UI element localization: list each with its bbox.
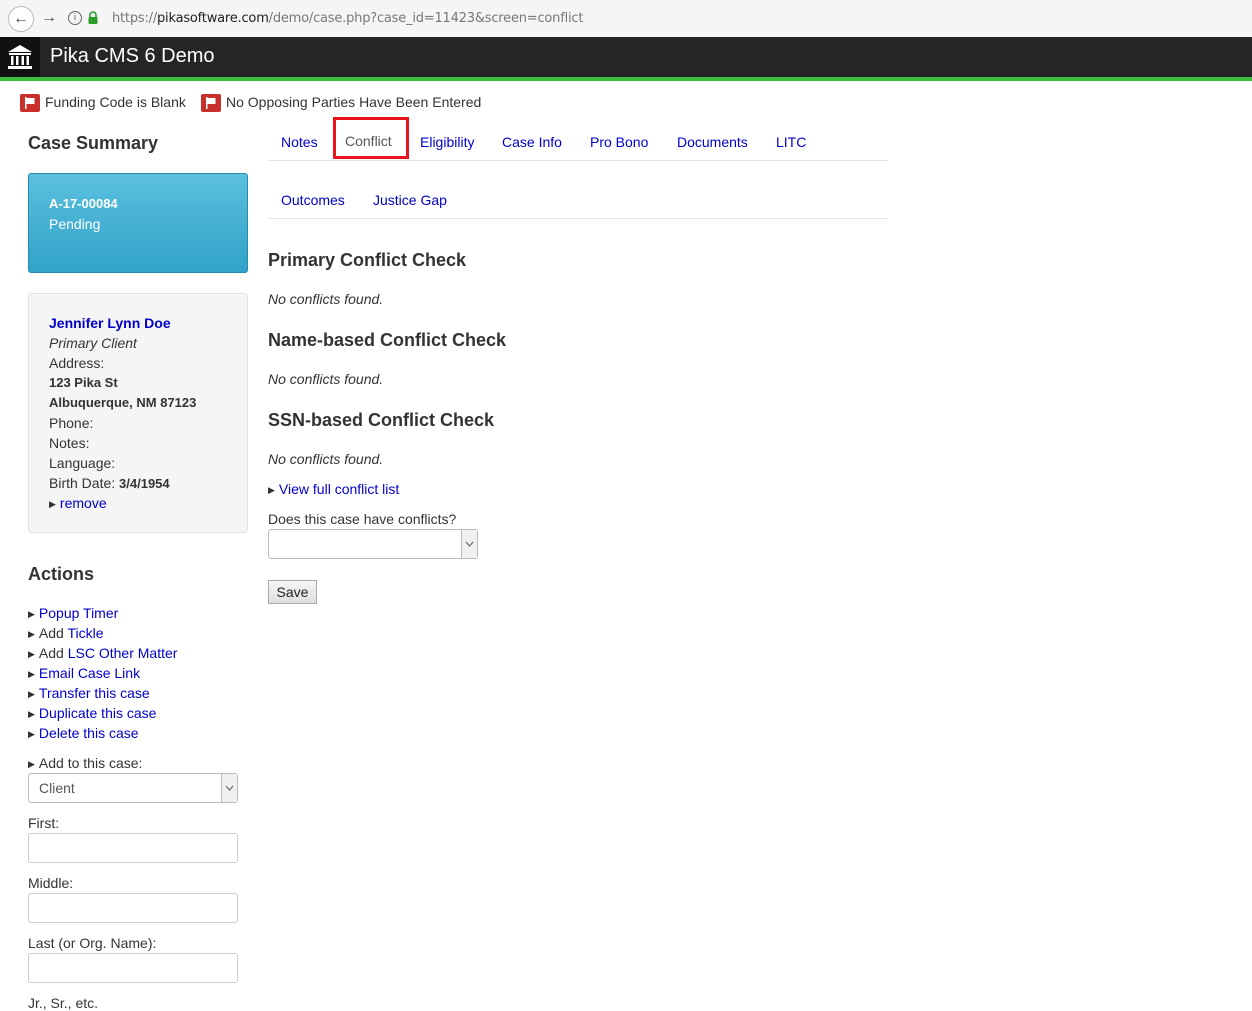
language-label: Language: bbox=[49, 455, 116, 471]
address-bar[interactable]: https://pikasoftware.com/demo/case.php?c… bbox=[112, 11, 583, 26]
birth-date-label: Birth Date: bbox=[49, 475, 116, 491]
flag-icon bbox=[20, 94, 40, 113]
url-domain: pikasoftware.com bbox=[157, 11, 269, 26]
name-conflict-result: No conflicts found. bbox=[268, 371, 384, 387]
triangle-bullet-icon: ▶ bbox=[28, 669, 35, 679]
tab-outcomes[interactable]: Outcomes bbox=[281, 192, 345, 208]
tab-conflict-label: Conflict bbox=[345, 133, 392, 149]
courthouse-logo-icon[interactable] bbox=[0, 37, 40, 77]
triangle-bullet-icon: ▶ bbox=[28, 709, 35, 719]
app-title[interactable]: Pika CMS 6 Demo bbox=[50, 45, 215, 68]
last-name-input[interactable] bbox=[28, 953, 238, 983]
primary-conflict-heading: Primary Conflict Check bbox=[268, 250, 467, 270]
url-prefix: https:// bbox=[112, 11, 157, 26]
remove-link[interactable]: remove bbox=[60, 495, 107, 511]
add-to-case-label: ▶ Add to this case: bbox=[28, 755, 142, 771]
address-city: Albuquerque, NM 87123 bbox=[49, 395, 197, 410]
transfer-case-link[interactable]: Transfer this case bbox=[39, 685, 150, 701]
delete-case-link[interactable]: Delete this case bbox=[39, 725, 139, 741]
triangle-bullet-icon: ▶ bbox=[28, 629, 35, 639]
tab-eligibility[interactable]: Eligibility bbox=[420, 134, 474, 150]
chevron-down-icon[interactable] bbox=[461, 530, 477, 558]
add-to-case-value: Client bbox=[39, 780, 75, 796]
alert-text: Funding Code is Blank bbox=[45, 94, 186, 110]
phone-label: Phone: bbox=[49, 415, 94, 431]
conflict-question-label: Does this case have conflicts? bbox=[268, 511, 457, 527]
triangle-bullet-icon: ▶ bbox=[268, 485, 275, 495]
action-add-lsc-other-matter: ▶ Add LSC Other Matter bbox=[28, 645, 177, 661]
popup-timer-link[interactable]: Popup Timer bbox=[39, 605, 118, 621]
forward-arrow-icon[interactable]: → bbox=[36, 6, 62, 32]
name-conflict-heading: Name-based Conflict Check bbox=[268, 330, 507, 350]
tab-divider bbox=[268, 218, 888, 219]
case-number: A-17-00084 bbox=[49, 196, 118, 211]
add-to-case-text: Add to this case: bbox=[38, 755, 143, 771]
info-icon[interactable]: i bbox=[68, 11, 82, 25]
alert-funding-code: Funding Code is Blank bbox=[20, 94, 186, 113]
actions-heading: Actions bbox=[28, 564, 95, 584]
tab-case-info[interactable]: Case Info bbox=[502, 134, 562, 150]
case-status-panel: A-17-00084 Pending bbox=[28, 173, 248, 273]
birth-date-value: 3/4/1954 bbox=[119, 476, 170, 491]
remove-client: ▶ remove bbox=[49, 495, 107, 511]
browser-toolbar: ← → i https://pikasoftware.com/demo/case… bbox=[0, 0, 1252, 38]
alert-opposing-parties: No Opposing Parties Have Been Entered bbox=[201, 94, 482, 113]
conflicts-select[interactable] bbox=[268, 529, 478, 559]
action-duplicate-case: ▶ Duplicate this case bbox=[28, 705, 156, 721]
action-prefix: Add bbox=[38, 625, 68, 641]
chevron-down-icon[interactable] bbox=[221, 774, 237, 802]
action-add-tickle: ▶ Add Tickle bbox=[28, 625, 104, 641]
ssn-conflict-result: No conflicts found. bbox=[268, 451, 384, 467]
back-arrow-icon[interactable]: ← bbox=[8, 6, 34, 32]
save-button[interactable]: Save bbox=[268, 580, 317, 604]
action-email-case-link: ▶ Email Case Link bbox=[28, 665, 140, 681]
triangle-bullet-icon: ▶ bbox=[28, 609, 35, 619]
lsc-other-matter-link[interactable]: LSC Other Matter bbox=[68, 645, 178, 661]
action-delete-case: ▶ Delete this case bbox=[28, 725, 139, 741]
view-full-conflict-link[interactable]: View full conflict list bbox=[279, 481, 399, 497]
primary-conflict-result: No conflicts found. bbox=[268, 291, 384, 307]
alert-text: No Opposing Parties Have Been Entered bbox=[226, 94, 482, 110]
triangle-bullet-icon: ▶ bbox=[28, 759, 35, 769]
triangle-bullet-icon: ▶ bbox=[28, 649, 35, 659]
action-prefix: Add bbox=[38, 645, 68, 661]
client-card: Jennifer Lynn Doe Primary Client Address… bbox=[28, 293, 248, 533]
case-summary-heading: Case Summary bbox=[28, 133, 159, 153]
view-full-conflict-list: ▶ View full conflict list bbox=[268, 481, 399, 497]
tab-documents[interactable]: Documents bbox=[677, 134, 748, 150]
action-popup-timer: ▶ Popup Timer bbox=[28, 605, 118, 621]
last-name-label: Last (or Org. Name): bbox=[28, 935, 157, 951]
address-label: Address: bbox=[49, 355, 105, 371]
client-role: Primary Client bbox=[49, 335, 137, 351]
birth-date: Birth Date: 3/4/1954 bbox=[49, 475, 170, 491]
case-status: Pending bbox=[49, 216, 101, 232]
notes-label: Notes: bbox=[49, 435, 90, 451]
triangle-bullet-icon: ▶ bbox=[28, 689, 35, 699]
address-street: 123 Pika St bbox=[49, 375, 118, 390]
action-transfer-case: ▶ Transfer this case bbox=[28, 685, 150, 701]
flag-icon bbox=[201, 94, 221, 113]
suffix-label: Jr., Sr., etc. bbox=[28, 995, 99, 1011]
tab-litc[interactable]: LITC bbox=[776, 134, 806, 150]
email-case-link[interactable]: Email Case Link bbox=[39, 665, 140, 681]
middle-name-label: Middle: bbox=[28, 875, 74, 891]
add-to-case-select[interactable]: Client bbox=[28, 773, 238, 803]
first-name-label: First: bbox=[28, 815, 60, 831]
first-name-input[interactable] bbox=[28, 833, 238, 863]
tab-conflict[interactable]: Conflict bbox=[333, 117, 409, 159]
app-header: Pika CMS 6 Demo bbox=[0, 37, 1252, 81]
duplicate-case-link[interactable]: Duplicate this case bbox=[39, 705, 157, 721]
tab-divider bbox=[268, 160, 888, 161]
tickle-link[interactable]: Tickle bbox=[67, 625, 103, 641]
triangle-bullet-icon: ▶ bbox=[28, 729, 35, 739]
middle-name-input[interactable] bbox=[28, 893, 238, 923]
url-path: /demo/case.php?case_id=11423&screen=conf… bbox=[268, 11, 584, 26]
triangle-bullet-icon: ▶ bbox=[49, 499, 56, 509]
lock-icon bbox=[88, 11, 98, 24]
tab-pro-bono[interactable]: Pro Bono bbox=[590, 134, 648, 150]
tab-notes[interactable]: Notes bbox=[281, 134, 318, 150]
client-name-link[interactable]: Jennifer Lynn Doe bbox=[49, 315, 171, 331]
tab-justice-gap[interactable]: Justice Gap bbox=[373, 192, 447, 208]
ssn-conflict-heading: SSN-based Conflict Check bbox=[268, 410, 495, 430]
